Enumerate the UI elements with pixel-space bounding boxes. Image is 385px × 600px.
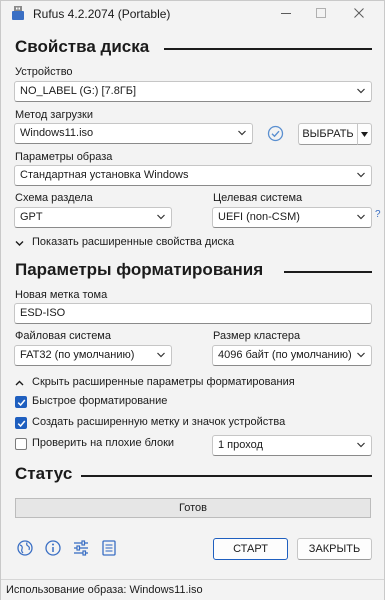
- image-options-value: Стандартная установка Windows: [20, 169, 189, 181]
- checkbox-unchecked-icon[interactable]: [15, 438, 27, 450]
- section-divider: [284, 271, 372, 273]
- help-icon[interactable]: ?: [375, 209, 381, 220]
- target-system-label: Целевая система: [213, 192, 303, 204]
- drive-properties-heading: Свойства диска: [15, 37, 150, 56]
- hide-advanced-format-label: Скрыть расширенные параметры форматирова…: [32, 376, 295, 388]
- device-label: Устройство: [15, 66, 73, 78]
- passes-select[interactable]: 1 проход: [212, 435, 372, 456]
- bad-blocks-label: Проверить на плохие блоки: [32, 437, 175, 449]
- close-icon[interactable]: [351, 5, 367, 21]
- section-divider: [81, 475, 372, 477]
- volume-label-input[interactable]: ESD-ISO: [14, 303, 372, 324]
- boot-method-select[interactable]: Windows11.iso: [14, 123, 253, 144]
- chevron-down-icon: [357, 352, 365, 358]
- partition-scheme-label: Схема раздела: [15, 192, 93, 204]
- usb-drive-icon: [12, 6, 24, 20]
- status-progress-bar: Готов: [15, 498, 371, 518]
- chevron-up-icon: [15, 380, 24, 386]
- select-dropdown-button[interactable]: [357, 123, 372, 145]
- chevron-down-icon: [157, 352, 165, 358]
- file-system-label: Файловая система: [15, 330, 111, 342]
- volume-label-value: ESD-ISO: [20, 307, 66, 319]
- log-icon[interactable]: [100, 539, 118, 557]
- status-heading: Статус: [15, 464, 73, 483]
- file-system-value: FAT32 (по умолчанию): [20, 349, 135, 361]
- cluster-size-select[interactable]: 4096 байт (по умолчанию): [212, 345, 372, 366]
- target-system-value: UEFI (non-CSM): [218, 211, 300, 223]
- show-advanced-drive-label: Показать расширенные свойства диска: [32, 236, 235, 248]
- chevron-down-icon: [357, 88, 365, 94]
- globe-icon[interactable]: [16, 539, 34, 557]
- section-divider: [164, 48, 372, 50]
- partition-scheme-value: GPT: [20, 211, 43, 223]
- footer-text: Использование образа: Windows11.iso: [6, 584, 203, 596]
- maximize-icon[interactable]: [313, 5, 329, 21]
- close-button[interactable]: ЗАКРЫТЬ: [297, 538, 372, 560]
- partition-scheme-select[interactable]: GPT: [14, 207, 172, 228]
- extended-label-text: Создать расширенную метку и значок устро…: [32, 416, 286, 428]
- verify-check-icon[interactable]: [267, 125, 284, 142]
- passes-value: 1 проход: [218, 439, 263, 451]
- file-system-select[interactable]: FAT32 (по умолчанию): [14, 345, 172, 366]
- chevron-down-icon: [157, 214, 165, 220]
- image-options-select[interactable]: Стандартная установка Windows: [14, 165, 372, 186]
- chevron-down-icon: [357, 172, 365, 178]
- volume-label-label: Новая метка тома: [15, 289, 108, 301]
- target-system-select[interactable]: UEFI (non-CSM): [212, 207, 372, 228]
- minimize-icon[interactable]: [278, 5, 294, 21]
- format-options-heading: Параметры форматирования: [15, 260, 264, 279]
- device-select[interactable]: NO_LABEL (G:) [7.8ГБ]: [14, 81, 372, 102]
- image-options-label: Параметры образа: [15, 151, 113, 163]
- select-button[interactable]: ВЫБРАТЬ: [298, 123, 358, 145]
- title-bar: Rufus 4.2.2074 (Portable): [1, 1, 384, 27]
- checkbox-checked-icon[interactable]: [15, 396, 27, 408]
- cluster-size-label: Размер кластера: [213, 330, 301, 342]
- chevron-down-icon: [357, 442, 365, 448]
- status-footer: Использование образа: Windows11.iso: [1, 579, 384, 600]
- info-icon[interactable]: [44, 539, 62, 557]
- quick-format-label: Быстрое форматирование: [32, 395, 168, 407]
- status-text: Готов: [179, 502, 207, 514]
- chevron-down-icon: [238, 130, 246, 136]
- cluster-size-value: 4096 байт (по умолчанию): [218, 349, 352, 361]
- checkbox-checked-icon[interactable]: [15, 417, 27, 429]
- rufus-window: Rufus 4.2.2074 (Portable) Свойства диска…: [0, 0, 385, 600]
- chevron-down-icon: [361, 132, 368, 137]
- start-button[interactable]: СТАРТ: [213, 538, 288, 560]
- boot-method-label: Метод загрузки: [15, 109, 93, 121]
- chevron-down-icon: [357, 214, 365, 220]
- window-title: Rufus 4.2.2074 (Portable): [33, 7, 171, 21]
- chevron-down-icon: [15, 241, 24, 246]
- boot-method-value: Windows11.iso: [20, 127, 94, 139]
- settings-sliders-icon[interactable]: [72, 539, 90, 557]
- device-value: NO_LABEL (G:) [7.8ГБ]: [20, 85, 137, 97]
